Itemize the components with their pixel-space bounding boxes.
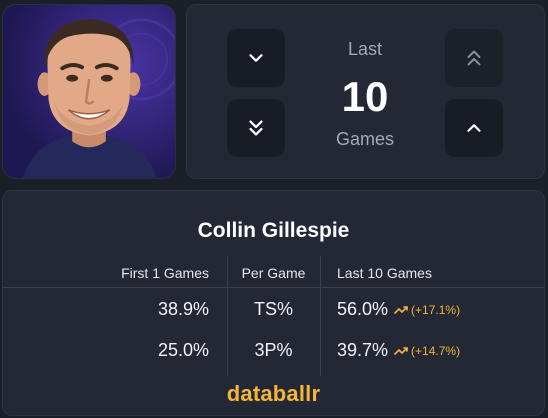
- increase-games-more-button[interactable]: [445, 29, 503, 87]
- header-per-game: Per Game: [241, 265, 306, 281]
- increase-games-button[interactable]: [445, 99, 503, 157]
- row-3p-change: (+14.7%): [394, 344, 460, 358]
- range-top-label: Last: [347, 39, 383, 59]
- row-3p-change-value: (+14.7%): [411, 344, 461, 358]
- player-name: Collin Gillespie: [197, 219, 350, 242]
- double-chevron-down-icon: [249, 120, 263, 136]
- header-last-games: Last 10 Games: [337, 265, 432, 281]
- player-headshot-image: [3, 5, 175, 178]
- row-3p-stat-label: 3P%: [254, 340, 293, 360]
- game-range-selector: Last 10 Games: [186, 4, 545, 179]
- row-3p-last: 39.7% (+14.7%): [337, 340, 460, 361]
- player-comparison-widget: Last 10 Games Collin Gillespie First 1 G…: [0, 0, 548, 418]
- brand-logo[interactable]: databallr: [3, 381, 544, 407]
- trend-up-icon: [394, 306, 408, 314]
- row-3p-first-value: 25.0%: [157, 340, 209, 360]
- trend-up-icon: [394, 347, 408, 355]
- row-ts-change-value: (+17.1%): [411, 303, 461, 317]
- row-ts-last: 56.0% (+17.1%): [337, 299, 460, 320]
- decrease-games-more-button[interactable]: [227, 99, 285, 157]
- row-ts-change: (+17.1%): [394, 303, 460, 317]
- chevron-down-icon: [249, 54, 263, 62]
- row-ts-stat-label: TS%: [253, 299, 293, 319]
- range-bottom-label: Games: [335, 129, 395, 149]
- decrease-games-button[interactable]: [227, 29, 285, 87]
- header-first-games: First 1 Games: [121, 265, 209, 281]
- double-chevron-up-icon: [467, 50, 481, 66]
- header-divider: [3, 287, 544, 288]
- row-3p-last-value: 39.7%: [337, 340, 389, 360]
- stats-comparison-card: Collin Gillespie First 1 Games Per Game …: [2, 190, 545, 416]
- chevron-up-icon: [467, 124, 481, 132]
- player-photo: [2, 4, 176, 179]
- row-ts-first-value: 38.9%: [157, 299, 209, 319]
- column-divider: [320, 256, 321, 376]
- row-ts-last-value: 56.0%: [337, 299, 389, 319]
- range-value: 10: [341, 73, 389, 120]
